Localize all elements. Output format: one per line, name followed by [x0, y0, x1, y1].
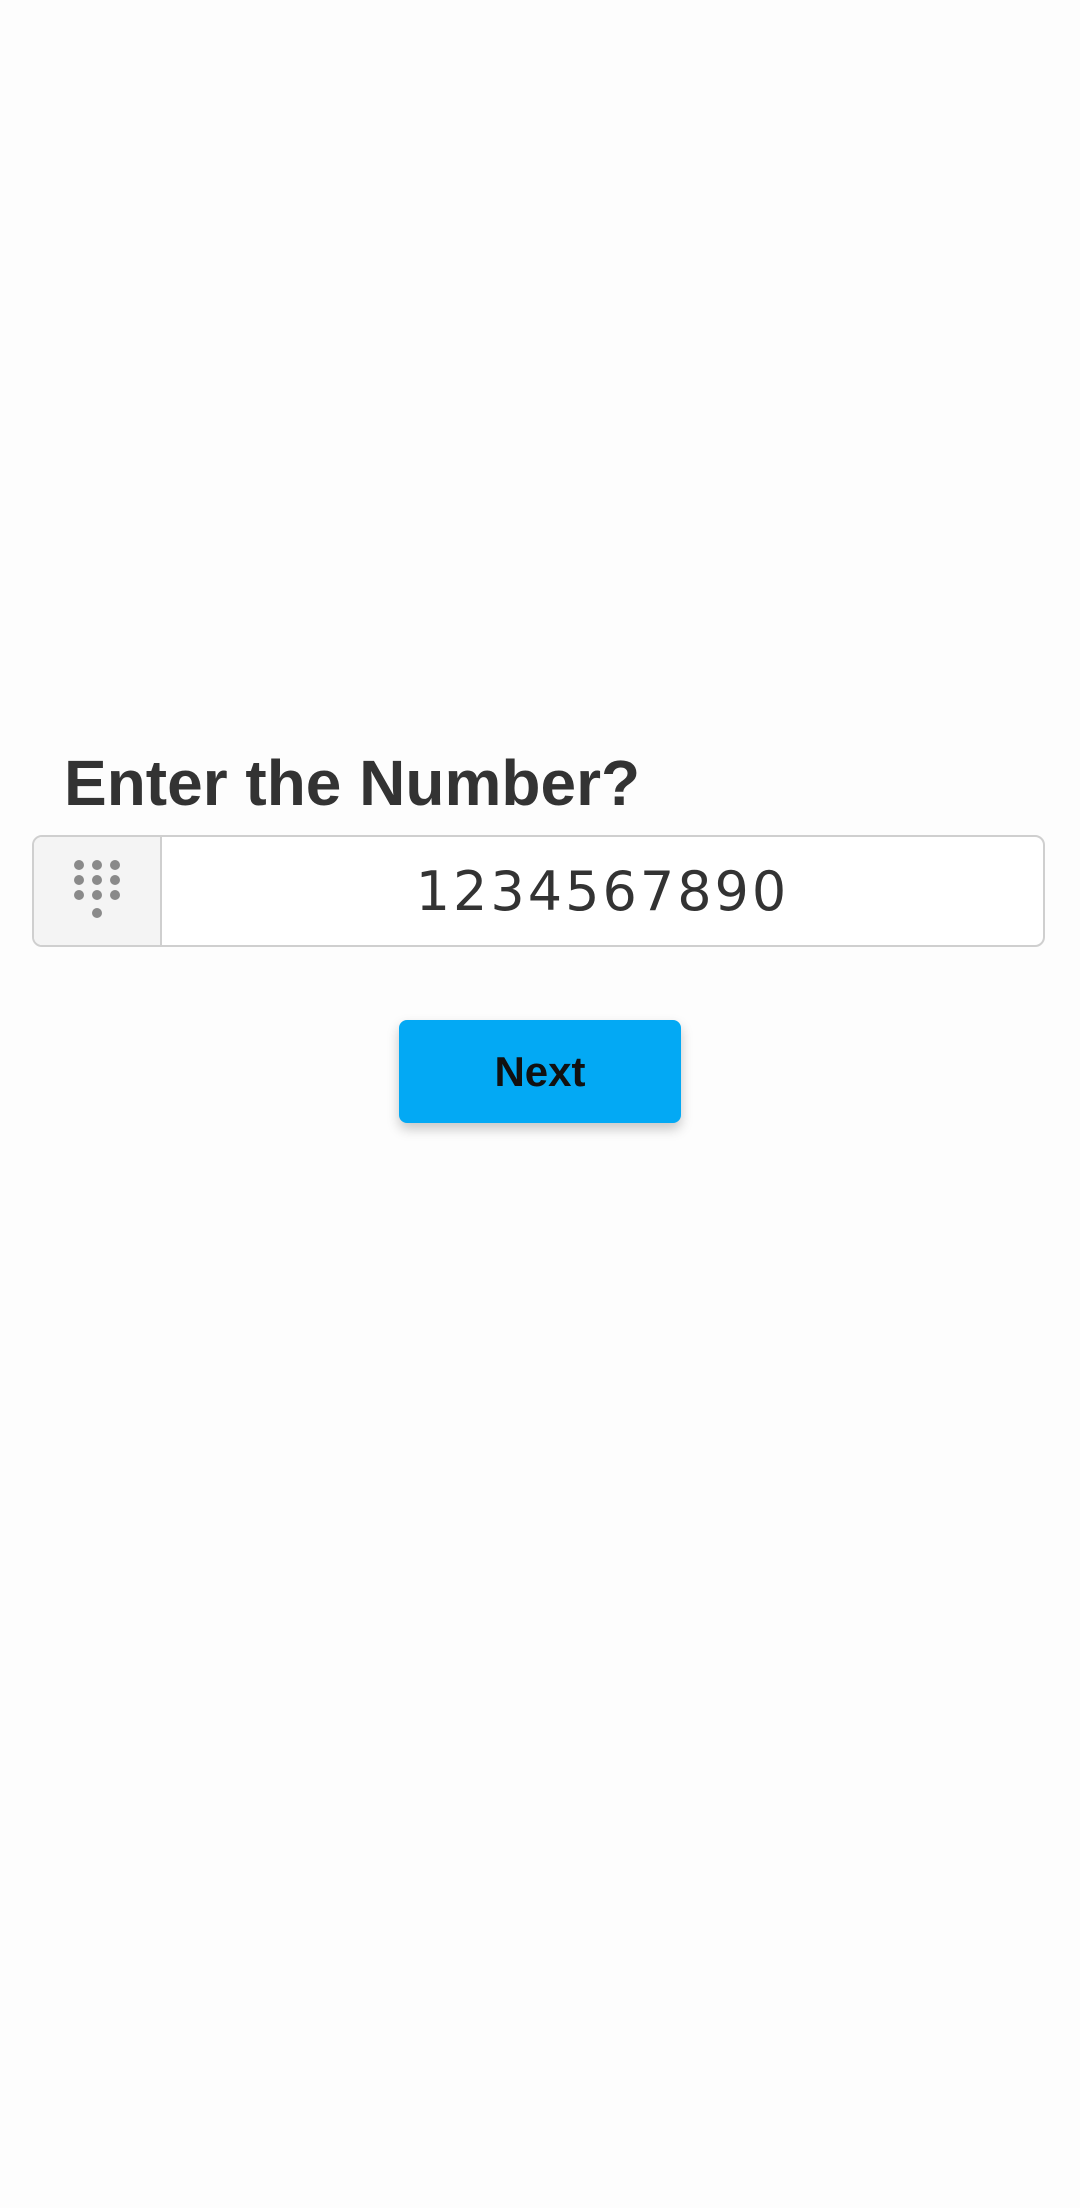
- input-addon: [34, 837, 162, 945]
- dialpad-icon: [74, 860, 120, 918]
- next-button[interactable]: Next: [399, 1020, 681, 1123]
- page-heading: Enter the Number?: [64, 747, 641, 819]
- number-input-group: [32, 835, 1045, 947]
- number-input[interactable]: [162, 837, 1043, 945]
